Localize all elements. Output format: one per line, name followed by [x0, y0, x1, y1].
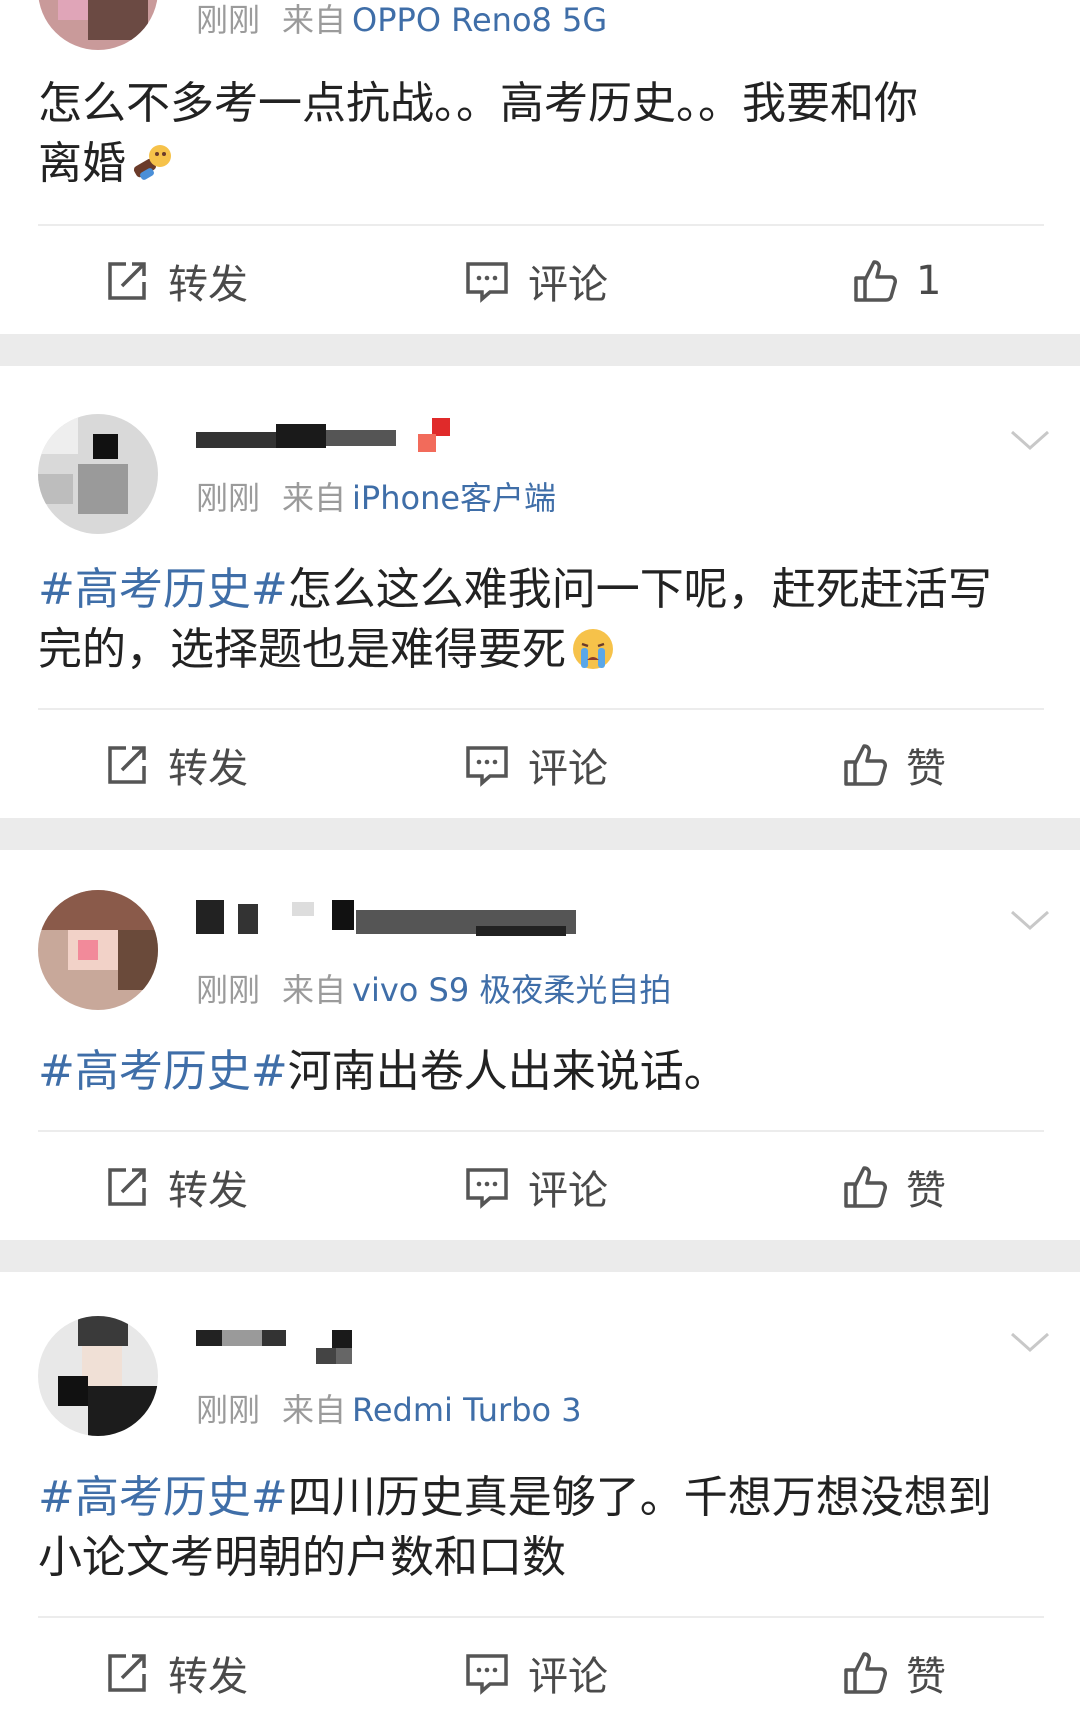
like-label: 赞 — [906, 1654, 946, 1700]
comment-label: 评论 — [528, 746, 608, 792]
post-actions: 转发 评论 赞 — [0, 1618, 1080, 1711]
avatar[interactable] — [38, 1316, 158, 1436]
hashtag-link[interactable]: #高考历史# — [38, 1472, 288, 1523]
post-text-line: 河南出卷人出来说话。 — [287, 1046, 728, 1097]
post-text[interactable]: #高考历史#河南出卷人出来说话。 — [38, 1042, 1048, 1102]
repost-label: 转发 — [168, 1654, 248, 1700]
repost-label: 转发 — [168, 262, 248, 308]
comment-label: 评论 — [528, 1654, 608, 1700]
post-actions: 转发 评论 1 — [0, 226, 1080, 336]
comment-button[interactable]: 评论 — [464, 1132, 608, 1242]
post-actions: 转发 评论 赞 — [0, 710, 1080, 820]
post-card: 刚刚 来自 Redmi Turbo 3 #高考历史#四川历史真是够了。千想万想没想到… — [0, 1272, 1080, 1711]
repost-icon — [108, 746, 146, 784]
repost-icon — [108, 1654, 146, 1692]
chevron-down-icon[interactable] — [1010, 420, 1050, 460]
post-device[interactable]: Redmi Turbo 3 — [352, 1391, 582, 1429]
post-card: 刚刚 来自 iPhone客户端 #高考历史#怎么这么难我问一下呢，赶死赶活写 完的，… — [0, 366, 1080, 818]
post-text-line: 怎么这么难我问一下呢，赶死赶活写 — [287, 564, 992, 615]
post-text-line: 离婚 — [38, 138, 126, 189]
repost-label: 转发 — [168, 1168, 248, 1214]
comment-icon — [466, 1168, 508, 1209]
post-meta: 刚刚 来自 OPPO Reno8 5G — [196, 0, 607, 40]
post-time: 刚刚 — [196, 479, 261, 517]
hashtag-link[interactable]: #高考历史# — [38, 564, 288, 615]
crying-face-emoji — [573, 629, 613, 669]
comment-label: 评论 — [528, 1168, 608, 1214]
comment-icon — [466, 262, 508, 303]
post-card: 刚刚 来自 vivo S9 极夜柔光自拍 #高考历史#河南出卷人出来说话。 转发 评… — [0, 850, 1080, 1240]
avatar[interactable] — [38, 414, 158, 534]
comment-button[interactable]: 评论 — [464, 226, 608, 336]
avatar[interactable] — [38, 890, 158, 1010]
repost-icon — [108, 1168, 146, 1206]
post-time: 刚刚 — [196, 1, 261, 39]
post-text-line: 小论文考明朝的户数和口数 — [38, 1532, 566, 1583]
repost-button[interactable]: 转发 — [104, 226, 248, 336]
post-text-line: 四川历史真是够了。千想万想没想到 — [287, 1472, 992, 1523]
post-text-line: 完的，选择题也是难得要死 — [38, 624, 566, 675]
like-label: 赞 — [906, 746, 946, 792]
like-button[interactable]: 赞 — [842, 1618, 946, 1711]
post-meta: 刚刚 来自 Redmi Turbo 3 — [196, 1390, 582, 1430]
like-button[interactable]: 1 — [852, 226, 941, 336]
post-card: 刚刚 来自 OPPO Reno8 5G 怎么不多考一点抗战。。高考历史。。我要和你 … — [0, 0, 1080, 334]
post-device[interactable]: OPPO Reno8 5G — [352, 1, 607, 39]
comment-icon — [466, 746, 508, 787]
comment-button[interactable]: 评论 — [464, 710, 608, 820]
repost-button[interactable]: 转发 — [104, 1132, 248, 1242]
comment-button[interactable]: 评论 — [464, 1618, 608, 1711]
repost-icon — [108, 262, 146, 300]
post-actions: 转发 评论 赞 — [0, 1132, 1080, 1242]
like-count: 1 — [916, 258, 942, 304]
post-text[interactable]: #高考历史#四川历史真是够了。千想万想没想到 小论文考明朝的户数和口数 — [38, 1468, 1048, 1588]
post-time: 刚刚 — [196, 971, 261, 1009]
comment-label: 评论 — [528, 262, 608, 308]
avatar[interactable] — [38, 0, 158, 50]
post-source-label: 来自 — [282, 1, 347, 39]
hashtag-link[interactable]: #高考历史# — [38, 1046, 288, 1097]
comment-icon — [466, 1654, 508, 1695]
post-meta: 刚刚 来自 vivo S9 极夜柔光自拍 — [196, 970, 671, 1010]
like-label: 赞 — [906, 1168, 946, 1214]
repost-label: 转发 — [168, 746, 248, 792]
post-text-line: 怎么不多考一点抗战。。高考历史。。我要和你 — [38, 78, 918, 129]
post-device[interactable]: vivo S9 极夜柔光自拍 — [352, 971, 671, 1009]
thumbs-up-icon — [844, 1652, 887, 1694]
chevron-down-icon[interactable] — [1010, 900, 1050, 940]
angry-fist-emoji — [133, 145, 171, 180]
post-text[interactable]: #高考历史#怎么这么难我问一下呢，赶死赶活写 完的，选择题也是难得要死 — [38, 560, 1048, 680]
like-button[interactable]: 赞 — [842, 710, 946, 820]
post-source-label: 来自 — [282, 479, 347, 517]
thumbs-up-icon — [844, 1166, 887, 1208]
post-text[interactable]: 怎么不多考一点抗战。。高考历史。。我要和你 离婚 — [38, 74, 1048, 194]
post-source-label: 来自 — [282, 1391, 347, 1429]
repost-button[interactable]: 转发 — [104, 710, 248, 820]
thumbs-up-icon — [854, 260, 897, 302]
chevron-down-icon[interactable] — [1010, 1322, 1050, 1362]
like-button[interactable]: 赞 — [842, 1132, 946, 1242]
post-device[interactable]: iPhone客户端 — [352, 479, 556, 517]
repost-button[interactable]: 转发 — [104, 1618, 248, 1711]
post-meta: 刚刚 来自 iPhone客户端 — [196, 478, 556, 518]
thumbs-up-icon — [844, 744, 887, 786]
post-source-label: 来自 — [282, 971, 347, 1009]
post-time: 刚刚 — [196, 1391, 261, 1429]
